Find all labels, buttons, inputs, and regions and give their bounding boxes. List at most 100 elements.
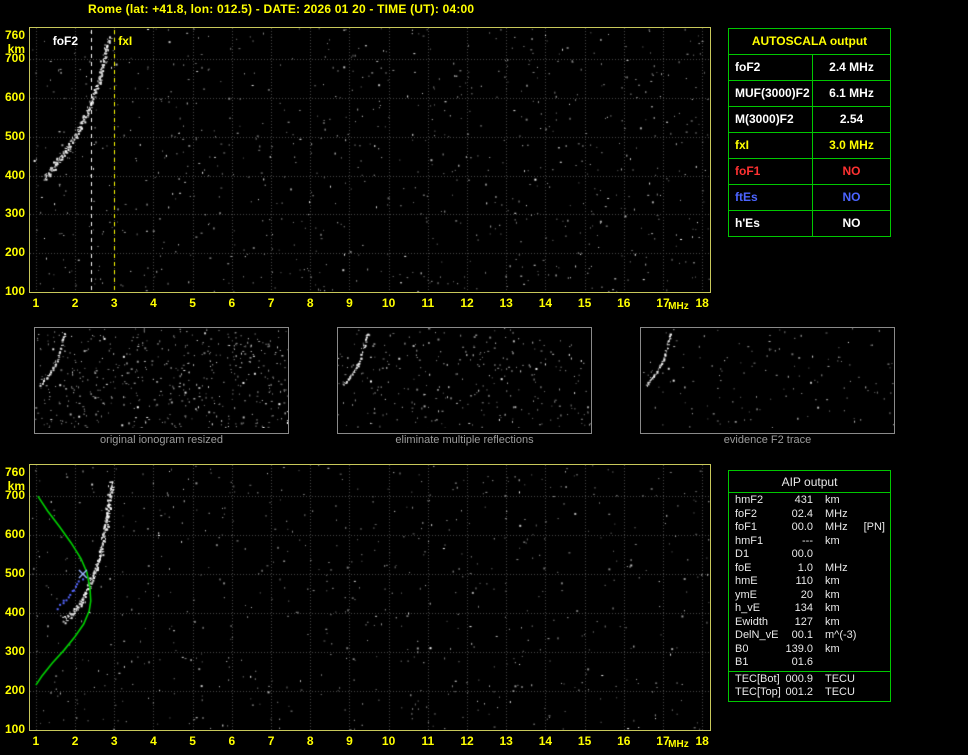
autoscala-row-h'Es: h'Es NO [729,210,890,236]
x-tick-label: 3 [110,296,118,310]
aip-param-unit: MHz [825,561,848,574]
aip-row-B1: B1 01.6 [729,656,890,670]
aip-row-foE: foE 1.0 MHz [729,562,890,576]
autoscala-param-value: 6.1 MHz [829,86,874,100]
y-tick-label: 600 [4,527,25,542]
tec-section: TEC[Bot] 000.9 TECU TEC[Top] 001.2 TECU [729,670,890,701]
aip-param-label: foF2 [735,507,758,520]
y-tick-label: 500 [4,566,25,581]
aip-param-value: 00.0 [791,548,813,560]
aip-row-foF2: foF2 02.4 MHz [729,508,890,522]
thumbnail-evidence-f2-trace [640,327,895,434]
x-tick-label: 4 [150,296,157,310]
x-tick-label: 3 [110,734,118,748]
x-tick-label: 11 [421,296,435,310]
aip-param-label: D1 [735,548,750,560]
y-tick-label: 400 [4,167,25,182]
autoscala-row-M(3000)F2: M(3000)F2 2.54 [729,106,890,132]
x-tick-label: 9 [346,734,353,748]
aip-param-unit: km [825,494,840,506]
aip-param-label: B0 [735,642,749,655]
x-tick-label: 13 [499,296,513,310]
ionogram-plot-bottom [29,464,711,731]
y-axis-unit-km: km [7,41,25,56]
x-tick-label: 7 [267,296,275,310]
autoscala-output-table: AUTOSCALA output foF2 2.4 MHz MUF(3000)F2 6… [728,28,891,237]
station-date-header: Rome (lat: +41.8, lon: 012.5) - DATE: 20… [88,2,475,16]
aip-param-unit: km [825,602,840,614]
aip-param-unit: TECU [825,686,855,698]
aip-param-value: 1.0 [797,561,813,574]
annotation-label-fxI: fxI [118,34,133,48]
autoscala-table-title: AUTOSCALA output [751,34,868,48]
y-tick-label: 200 [4,683,25,698]
aip-param-value: 134 [794,602,813,614]
x-tick-label: 9 [346,296,353,310]
aip-param-label: hmE [735,575,758,587]
x-tick-label: 12 [460,296,474,310]
annotation-label-foF2: foF2 [52,34,79,48]
x-tick-label: 8 [306,734,314,748]
y-tick-label: 500 [4,128,25,143]
x-tick-label: 13 [499,734,513,748]
aip-table-body: hmF2 431 km foF2 02.4 MHz foF1 00.0 MHz [PN] hmF1 -… [729,493,890,671]
autoscala-param-value: 3.0 MHz [829,138,874,152]
aip-param-unit: TECU [825,672,855,685]
y-tick-label: 300 [4,206,25,221]
thumbnail-caption-original: original ionogram resized [100,434,223,446]
aip-row-TEC[Bot]: TEC[Bot] 000.9 TECU [729,673,890,687]
autoscala-param-label: ftEs [729,185,813,210]
aip-param-value: 001.2 [785,686,813,698]
ionogram-canvas-top [30,28,710,292]
aip-param-value: 00.0 [791,521,813,533]
aip-param-unit: km [825,615,840,628]
x-tick-label: 5 [189,734,196,748]
x-tick-label: 15 [577,734,592,748]
aip-row-foF1: foF1 00.0 MHz [PN] [729,521,890,535]
y-tick-label: 200 [4,245,25,260]
x-axis-unit-mhz: MHz [668,301,689,312]
aip-output-table: AIP output hmF2 431 km foF2 02.4 MHz foF1 00.0 M… [728,470,891,702]
autoscala-row-fxI: fxI 3.0 MHz [729,132,890,158]
autoscala-param-label: M(3000)F2 [729,107,813,132]
aip-param-label: ymE [735,588,757,601]
x-tick-label: 14 [538,734,553,748]
x-tick-label: 12 [460,734,474,748]
x-tick-label: 8 [306,296,314,310]
autoscala-param-value: NO [842,164,861,178]
x-tick-label: 11 [421,734,435,748]
autoscala-param-value: 2.4 MHz [829,60,874,74]
aip-param-label: Ewidth [735,615,769,628]
aip-param-value: 20 [800,588,813,601]
aip-param-note: [PN] [863,521,885,533]
y-axis-unit-km: km [7,478,25,493]
x-tick-label: 1 [32,296,40,310]
aip-param-value: 431 [794,494,813,506]
aip-param-value: 127 [794,615,813,628]
y-tick-label: 760 [4,27,25,42]
aip-param-unit: km [825,534,840,547]
y-tick-label: 600 [4,89,25,104]
autoscala-table-body: foF2 2.4 MHz MUF(3000)F2 6.1 MHz M(3000)F2 2.… [729,54,890,236]
x-tick-label: 1 [32,734,40,748]
x-tick-label: 15 [577,296,592,310]
aip-row-B0: B0 139.0 km [729,643,890,657]
aip-row-TEC[Top]: TEC[Top] 001.2 TECU [729,686,890,700]
aip-param-label: TEC[Top] [735,686,781,698]
aip-param-label: DelN_vE [735,629,779,641]
autoscala-row-MUF(3000)F2: MUF(3000)F2 6.1 MHz [729,80,890,106]
aip-param-label: B1 [735,656,749,668]
autoscala-param-value: 2.54 [839,112,864,126]
aip-row-DelN_vE: DelN_vE 00.1 m^(-3) [729,629,890,643]
thumbnail-canvas-evidence [641,328,894,428]
aip-param-label: foE [735,561,752,574]
aip-param-value: 00.1 [791,629,813,641]
aip-param-label: hmF1 [735,534,764,547]
aip-param-value: 000.9 [785,672,813,685]
autoscala-param-value: NO [842,216,861,230]
x-tick-label: 6 [228,296,236,310]
y-tick-label: 100 [4,284,25,298]
thumbnail-caption-evidence: evidence F2 trace [723,434,812,446]
aip-param-label: foF1 [735,521,758,533]
aip-row-ymE: ymE 20 km [729,589,890,603]
